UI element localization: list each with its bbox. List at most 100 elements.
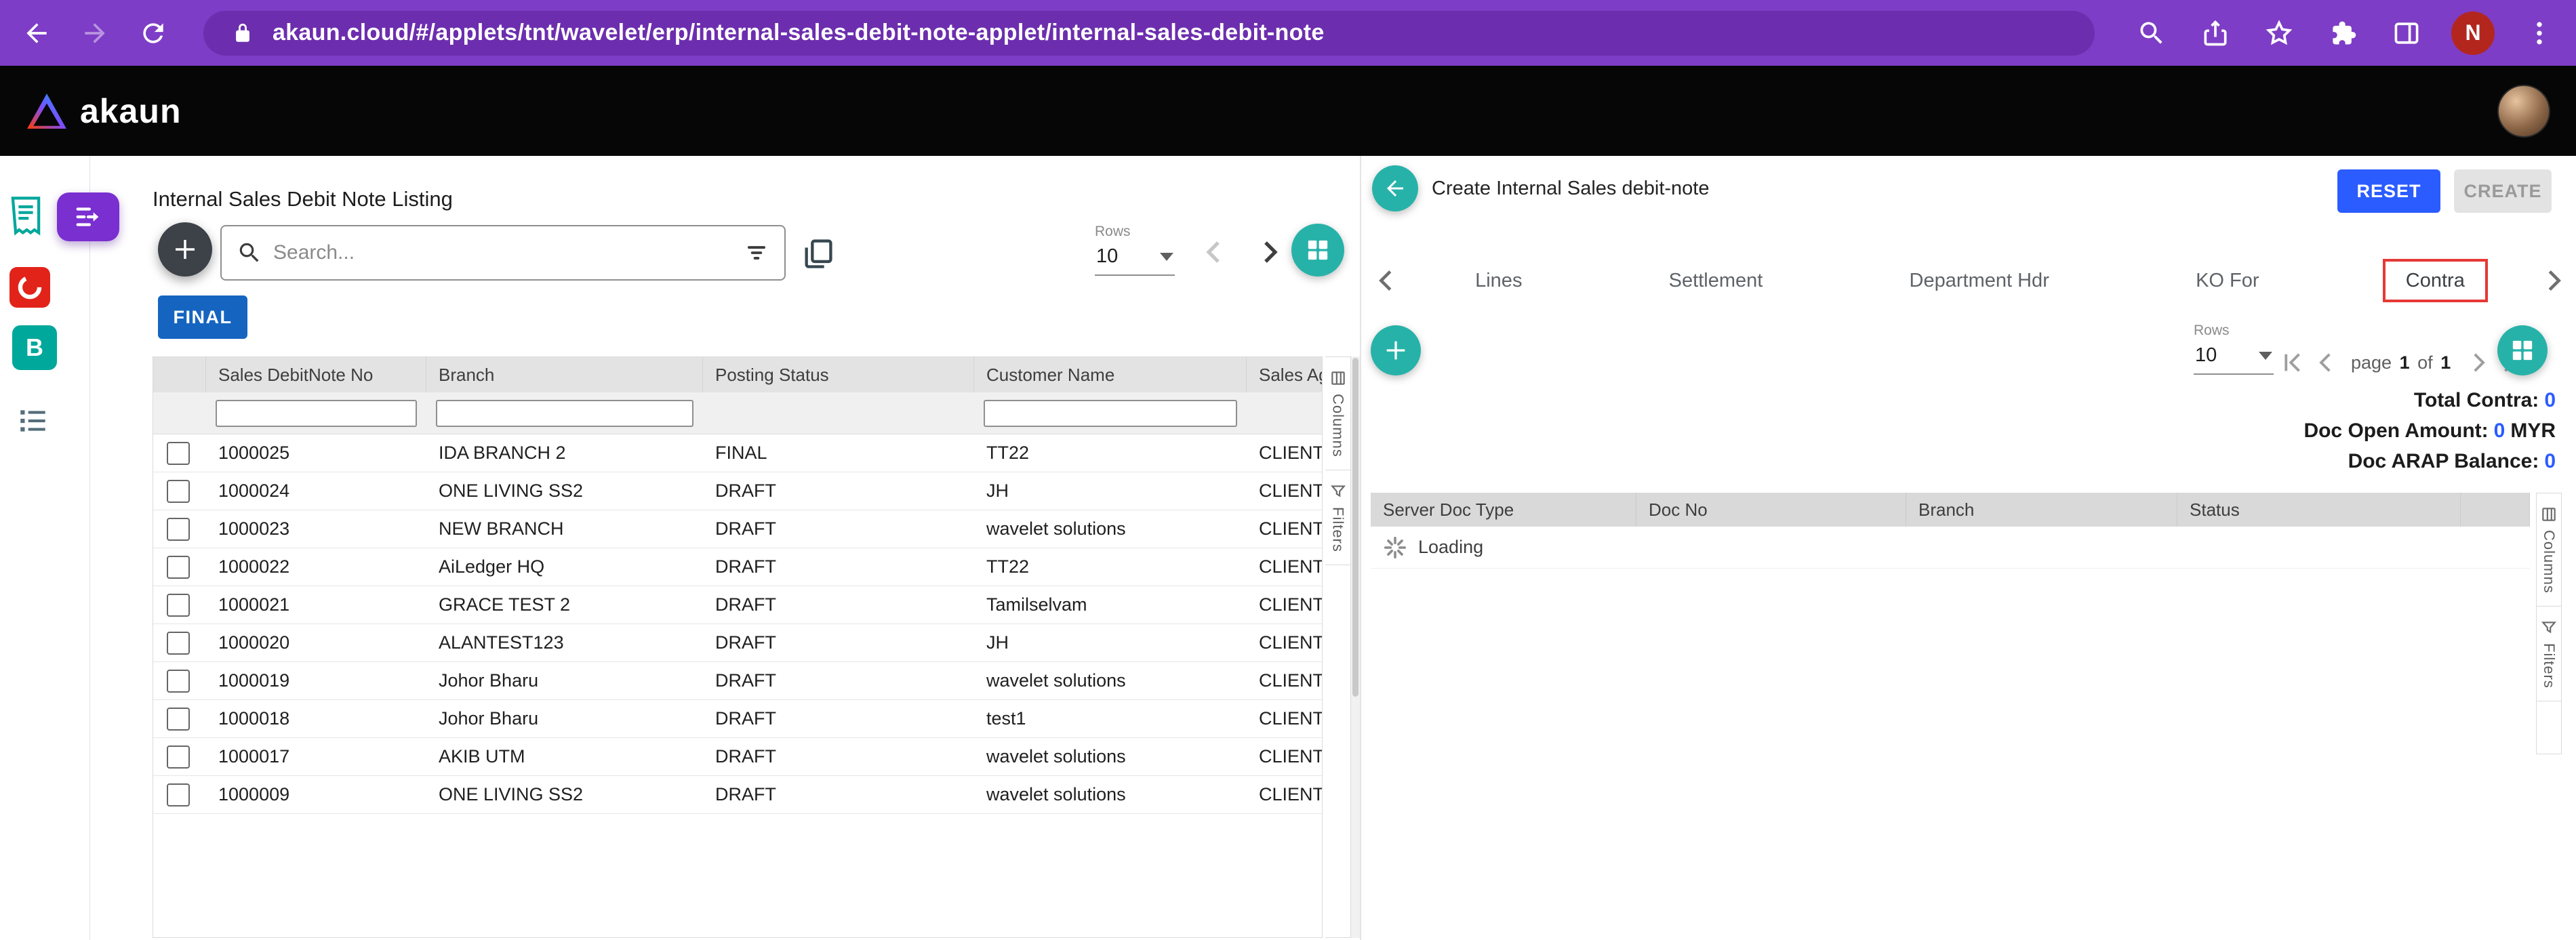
row-checkbox[interactable] xyxy=(167,708,190,731)
browser-back-icon[interactable] xyxy=(18,14,56,52)
row-checkbox[interactable] xyxy=(167,594,190,617)
checkbox-cell xyxy=(153,480,206,503)
tab-contra[interactable]: Contra xyxy=(2383,259,2488,302)
checkbox-cell xyxy=(153,783,206,806)
brand-text: akaun xyxy=(80,91,182,131)
row-checkbox[interactable] xyxy=(167,632,190,655)
search-icon[interactable] xyxy=(2133,14,2171,52)
cell: NEW BRANCH xyxy=(426,518,703,539)
table-row[interactable]: 1000017AKIB UTMDRAFTwavelet solutionsCLI… xyxy=(153,738,1322,776)
row-checkbox[interactable] xyxy=(167,670,190,693)
cell: wavelet solutions xyxy=(974,670,1247,691)
tabs-scroll-right-icon[interactable] xyxy=(2538,265,2569,296)
row-checkbox[interactable] xyxy=(167,745,190,769)
table-row[interactable]: 1000024ONE LIVING SS2DRAFTJHCLIENT_VA xyxy=(153,472,1322,510)
b-applet-icon[interactable]: B xyxy=(12,325,57,370)
columns-icon xyxy=(1329,369,1347,387)
scrollbar-thumb[interactable] xyxy=(1352,358,1359,697)
table-row[interactable]: 1000019Johor BharuDRAFTwavelet solutions… xyxy=(153,662,1322,700)
user-avatar[interactable] xyxy=(2497,85,2550,138)
checkbox-cell xyxy=(153,745,206,769)
column-filter-input[interactable] xyxy=(436,400,693,427)
extensions-icon[interactable] xyxy=(2324,14,2362,52)
app-sidebar: B xyxy=(0,156,90,940)
akaun-logo[interactable]: akaun xyxy=(26,91,182,131)
next-page-icon[interactable] xyxy=(2464,348,2493,377)
tab-lines[interactable]: Lines xyxy=(1452,259,1545,302)
contra-grid-view-button[interactable] xyxy=(2497,325,2548,375)
contra-rows-per-page-select[interactable]: Rows 10 xyxy=(2194,323,2274,375)
cell: Johor Bharu xyxy=(426,670,703,691)
grid-view-button[interactable] xyxy=(1291,224,1344,277)
prev-page-icon[interactable] xyxy=(1198,236,1230,268)
column-header: Sales Agent xyxy=(1247,357,1323,392)
add-record-button[interactable] xyxy=(158,222,212,277)
invoice-applet-icon[interactable] xyxy=(3,192,49,241)
address-bar[interactable]: akaun.cloud/#/applets/tnt/wavelet/erp/in… xyxy=(203,11,2095,56)
cell: ALANTEST123 xyxy=(426,632,703,653)
browser-forward-icon[interactable] xyxy=(76,14,114,52)
summary-line: Doc Open Amount:0MYR xyxy=(2303,420,2556,443)
row-checkbox[interactable] xyxy=(167,556,190,579)
cell: 1000019 xyxy=(206,670,426,691)
table-row[interactable]: 1000020ALANTEST123DRAFTJHCLIENT_VA xyxy=(153,624,1322,662)
cell: CLIENT_VA xyxy=(1247,443,1323,464)
prev-page-icon[interactable] xyxy=(2312,348,2340,377)
row-checkbox[interactable] xyxy=(167,442,190,465)
table-row[interactable]: 1000021GRACE TEST 2DRAFTTamilselvamCLIEN… xyxy=(153,586,1322,624)
list-applet-icon[interactable] xyxy=(16,404,50,438)
cell: 1000024 xyxy=(206,481,426,502)
tabs-scroll-left-icon[interactable] xyxy=(1371,265,1402,296)
sidebar-expand-toggle[interactable] xyxy=(57,192,119,241)
cell: GRACE TEST 2 xyxy=(426,594,703,615)
search-icon xyxy=(237,240,262,266)
column-filter-input[interactable] xyxy=(216,400,417,427)
share-icon[interactable] xyxy=(2196,14,2234,52)
table-row[interactable]: 1000009ONE LIVING SS2DRAFTwavelet soluti… xyxy=(153,776,1322,814)
tab-settlement[interactable]: Settlement xyxy=(1646,259,1786,302)
cell: 1000020 xyxy=(206,632,426,653)
table-scrollbar[interactable] xyxy=(1351,356,1360,938)
columns-toggle[interactable]: Columns xyxy=(1325,357,1350,470)
reset-button[interactable]: RESET xyxy=(2337,169,2440,213)
cell: wavelet solutions xyxy=(974,518,1247,539)
lock-icon xyxy=(224,14,262,52)
filters-toggle[interactable]: Filters xyxy=(1325,470,1350,565)
bookmark-star-icon[interactable] xyxy=(2260,14,2298,52)
browser-profile-badge[interactable]: N xyxy=(2451,12,2495,55)
first-page-icon[interactable] xyxy=(2278,348,2306,377)
rows-per-page-select[interactable]: Rows 10 xyxy=(1095,224,1175,276)
browser-menu-icon[interactable] xyxy=(2520,14,2558,52)
table-row[interactable]: 1000025IDA BRANCH 2FINALTT22CLIENT_VA xyxy=(153,434,1322,472)
back-button[interactable] xyxy=(1372,165,1418,211)
browser-reload-icon[interactable] xyxy=(134,14,172,52)
summary-value: 0 xyxy=(2544,450,2556,472)
cell: 1000021 xyxy=(206,594,426,615)
table-row[interactable]: 1000023NEW BRANCHDRAFTwavelet solutionsC… xyxy=(153,510,1322,548)
tab-ko-for[interactable]: KO For xyxy=(2173,259,2282,302)
next-page-icon[interactable] xyxy=(1253,236,1286,268)
columns-toggle[interactable]: Columns xyxy=(2537,493,2561,607)
table-row[interactable]: 1000022AiLedger HQDRAFTTT22CLIENT_VA xyxy=(153,548,1322,586)
column-filter-input[interactable] xyxy=(984,400,1237,427)
tab-department-hdr[interactable]: Department Hdr xyxy=(1887,259,2072,302)
copy-icon[interactable] xyxy=(801,236,836,271)
search-input[interactable] xyxy=(273,241,744,264)
summary-label: Doc ARAP Balance: xyxy=(2348,450,2539,472)
column-header: Customer Name xyxy=(974,357,1247,392)
pdf-applet-icon[interactable] xyxy=(9,267,50,308)
status-filter-chip[interactable]: FINAL xyxy=(158,295,247,339)
add-contra-button[interactable] xyxy=(1371,325,1421,375)
side-panel-icon[interactable] xyxy=(2388,14,2426,52)
filter-list-icon[interactable] xyxy=(744,240,769,266)
contra-pagination: page 1 of 1 xyxy=(2278,348,2527,377)
filters-toggle[interactable]: Filters xyxy=(2537,607,2561,701)
cell: CLIENT_VA xyxy=(1247,594,1323,615)
create-title: Create Internal Sales debit-note xyxy=(1432,178,1709,200)
table-row[interactable]: 1000018Johor BharuDRAFTtest1CLIENT_VA xyxy=(153,700,1322,738)
row-checkbox[interactable] xyxy=(167,480,190,503)
cell: DRAFT xyxy=(703,518,974,539)
cell: CLIENT_VA xyxy=(1247,481,1323,502)
row-checkbox[interactable] xyxy=(167,518,190,541)
row-checkbox[interactable] xyxy=(167,783,190,806)
